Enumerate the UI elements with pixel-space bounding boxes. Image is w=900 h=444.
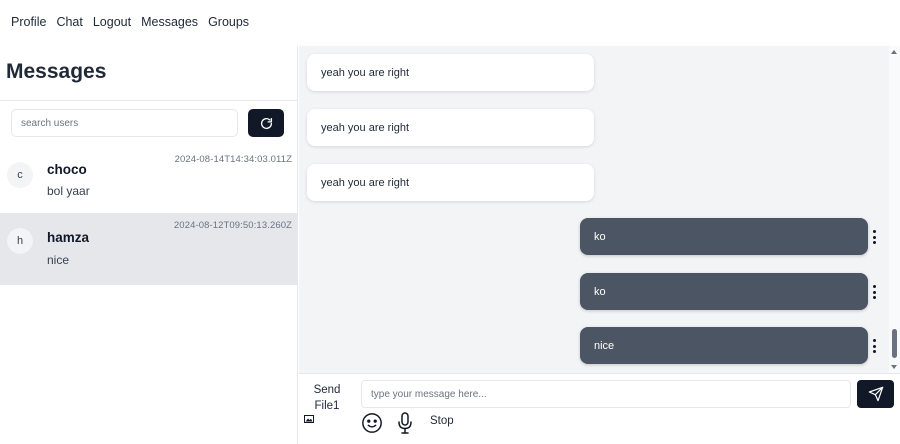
conversation-name: choco <box>47 162 87 177</box>
stop-recording-button[interactable]: Stop <box>430 415 454 427</box>
sidebar-title: Messages <box>6 60 107 83</box>
nav-link-chat[interactable]: Chat <box>56 15 82 29</box>
message-options-icon[interactable] <box>869 285 879 299</box>
outgoing-message: nice <box>580 327 868 364</box>
incoming-message: yeah you are right <box>307 164 594 201</box>
nav-link-logout[interactable]: Logout <box>93 15 131 29</box>
conversation-timestamp: 2024-08-12T09:50:13.260Z <box>173 220 292 231</box>
outgoing-message: ko <box>580 273 868 310</box>
image-file-icon[interactable] <box>304 415 314 423</box>
send-file-button[interactable]: Send File1 <box>307 382 347 414</box>
conversation-preview: nice <box>47 253 70 267</box>
microphone-icon[interactable] <box>397 411 413 435</box>
refresh-icon <box>260 117 272 129</box>
nav-link-profile[interactable]: Profile <box>11 15 46 29</box>
conversation-item-hamza[interactable]: h hamza 2024-08-12T09:50:13.260Z nice <box>0 213 298 285</box>
conversation-name: hamza <box>47 230 90 245</box>
send-message-button[interactable] <box>857 380 894 408</box>
search-users-input[interactable] <box>11 109 238 137</box>
conversation-preview: bol yaar <box>47 184 90 198</box>
message-options-icon[interactable] <box>869 339 879 353</box>
message-composer: Send File1 Stop <box>299 373 900 444</box>
avatar: c <box>7 162 33 188</box>
message-input[interactable] <box>361 380 851 408</box>
scroll-down-arrow-icon[interactable] <box>891 365 897 369</box>
avatar: h <box>7 228 33 254</box>
message-list[interactable]: yeah you are right yeah you are right ye… <box>299 46 900 373</box>
nav-link-messages[interactable]: Messages <box>141 15 198 29</box>
refresh-button[interactable] <box>248 109 284 137</box>
chat-scrollbar[interactable] <box>889 46 900 373</box>
sidebar-divider <box>0 100 298 101</box>
conversation-timestamp: 2024-08-14T14:34:03.011Z <box>174 154 292 165</box>
scrollbar-thumb[interactable] <box>892 329 897 358</box>
incoming-message: yeah you are right <box>307 54 594 91</box>
conversation-item-choco[interactable]: c choco 2024-08-14T14:34:03.011Z bol yaa… <box>0 147 298 219</box>
smiley-icon[interactable] <box>361 412 383 434</box>
conversation-sidebar: Messages c choco 2024-08-14T14:34:03.011… <box>0 46 298 444</box>
paper-plane-icon <box>868 386 883 402</box>
scroll-up-arrow-icon[interactable] <box>891 50 897 54</box>
incoming-message: yeah you are right <box>307 109 594 146</box>
top-nav: Profile Chat Logout Messages Groups <box>0 0 900 44</box>
message-options-icon[interactable] <box>869 230 879 244</box>
nav-link-groups[interactable]: Groups <box>208 15 249 29</box>
outgoing-message: ko <box>580 218 868 255</box>
